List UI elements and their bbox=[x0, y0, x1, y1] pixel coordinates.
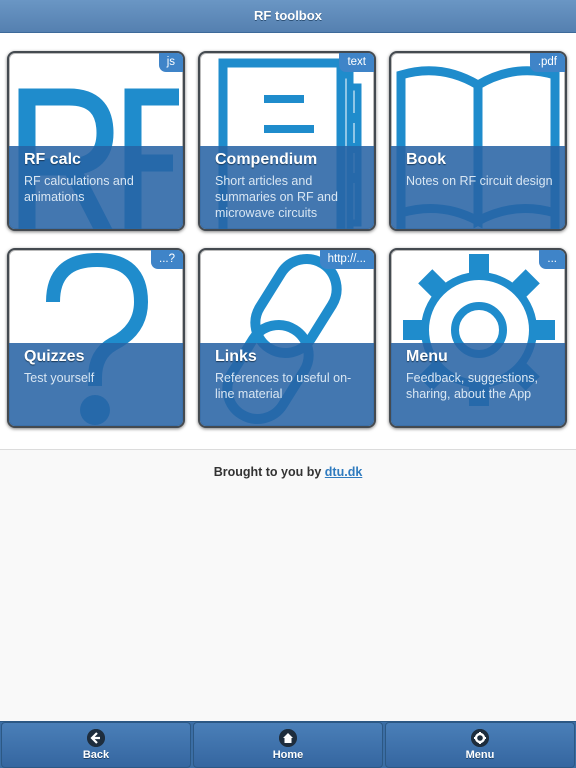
home-icon bbox=[279, 729, 297, 747]
tile-title: Links bbox=[215, 348, 257, 365]
tile-description: RF calculations and animations bbox=[24, 174, 134, 204]
tile-grid: js RF calc RF calculations and animation… bbox=[0, 33, 576, 450]
tile-badge: .pdf bbox=[529, 53, 565, 72]
back-button[interactable]: Back bbox=[1, 722, 191, 768]
tile-description: Test yourself bbox=[24, 371, 95, 385]
tile-description: Short articles and summaries on RF and m… bbox=[215, 174, 338, 220]
tile-title: Menu bbox=[406, 348, 448, 365]
app-header: RF toolbox bbox=[0, 0, 576, 33]
tile-description: Notes on RF circuit design bbox=[406, 174, 553, 188]
tile-title: RF calc bbox=[24, 151, 81, 168]
tile-badge: ...? bbox=[151, 250, 183, 269]
tile-compendium[interactable]: text Compendium Short articles and summa… bbox=[198, 51, 376, 231]
menu-button[interactable]: Menu bbox=[385, 722, 575, 768]
menu-label: Menu bbox=[465, 749, 495, 761]
credit-text: Brought to you by bbox=[213, 465, 322, 479]
back-label: Back bbox=[82, 749, 110, 761]
tile-book[interactable]: .pdf Book Notes on RF circuit design bbox=[389, 51, 567, 231]
tile-title: Quizzes bbox=[24, 348, 85, 365]
home-label: Home bbox=[272, 749, 304, 761]
arrow-left-icon bbox=[87, 729, 105, 747]
tile-description: References to useful on-line material bbox=[215, 371, 352, 401]
dtu-link[interactable]: dtu.dk bbox=[325, 465, 363, 479]
tile-menu[interactable]: ... Menu Feedback, suggestions, sharing,… bbox=[389, 248, 567, 428]
tile-title: Book bbox=[406, 151, 446, 168]
bottom-nav-bar: Back Home Menu bbox=[0, 721, 576, 768]
tile-rf-calc[interactable]: js RF calc RF calculations and animation… bbox=[7, 51, 185, 231]
tile-badge: text bbox=[339, 53, 374, 72]
credit-line: Brought to you by dtu.dk bbox=[0, 465, 576, 479]
tile-title: Compendium bbox=[215, 151, 318, 168]
gear-icon bbox=[471, 729, 489, 747]
tile-links[interactable]: http://... Links References to useful on… bbox=[198, 248, 376, 428]
tile-badge: ... bbox=[539, 250, 565, 269]
tile-description: Feedback, suggestions, sharing, about th… bbox=[406, 371, 539, 401]
page-title: RF toolbox bbox=[254, 8, 322, 23]
tile-badge: http://... bbox=[319, 250, 374, 269]
tile-quizzes[interactable]: ...? Quizzes Test yourself bbox=[7, 248, 185, 428]
home-button[interactable]: Home bbox=[193, 722, 383, 768]
tile-badge: js bbox=[158, 53, 183, 72]
